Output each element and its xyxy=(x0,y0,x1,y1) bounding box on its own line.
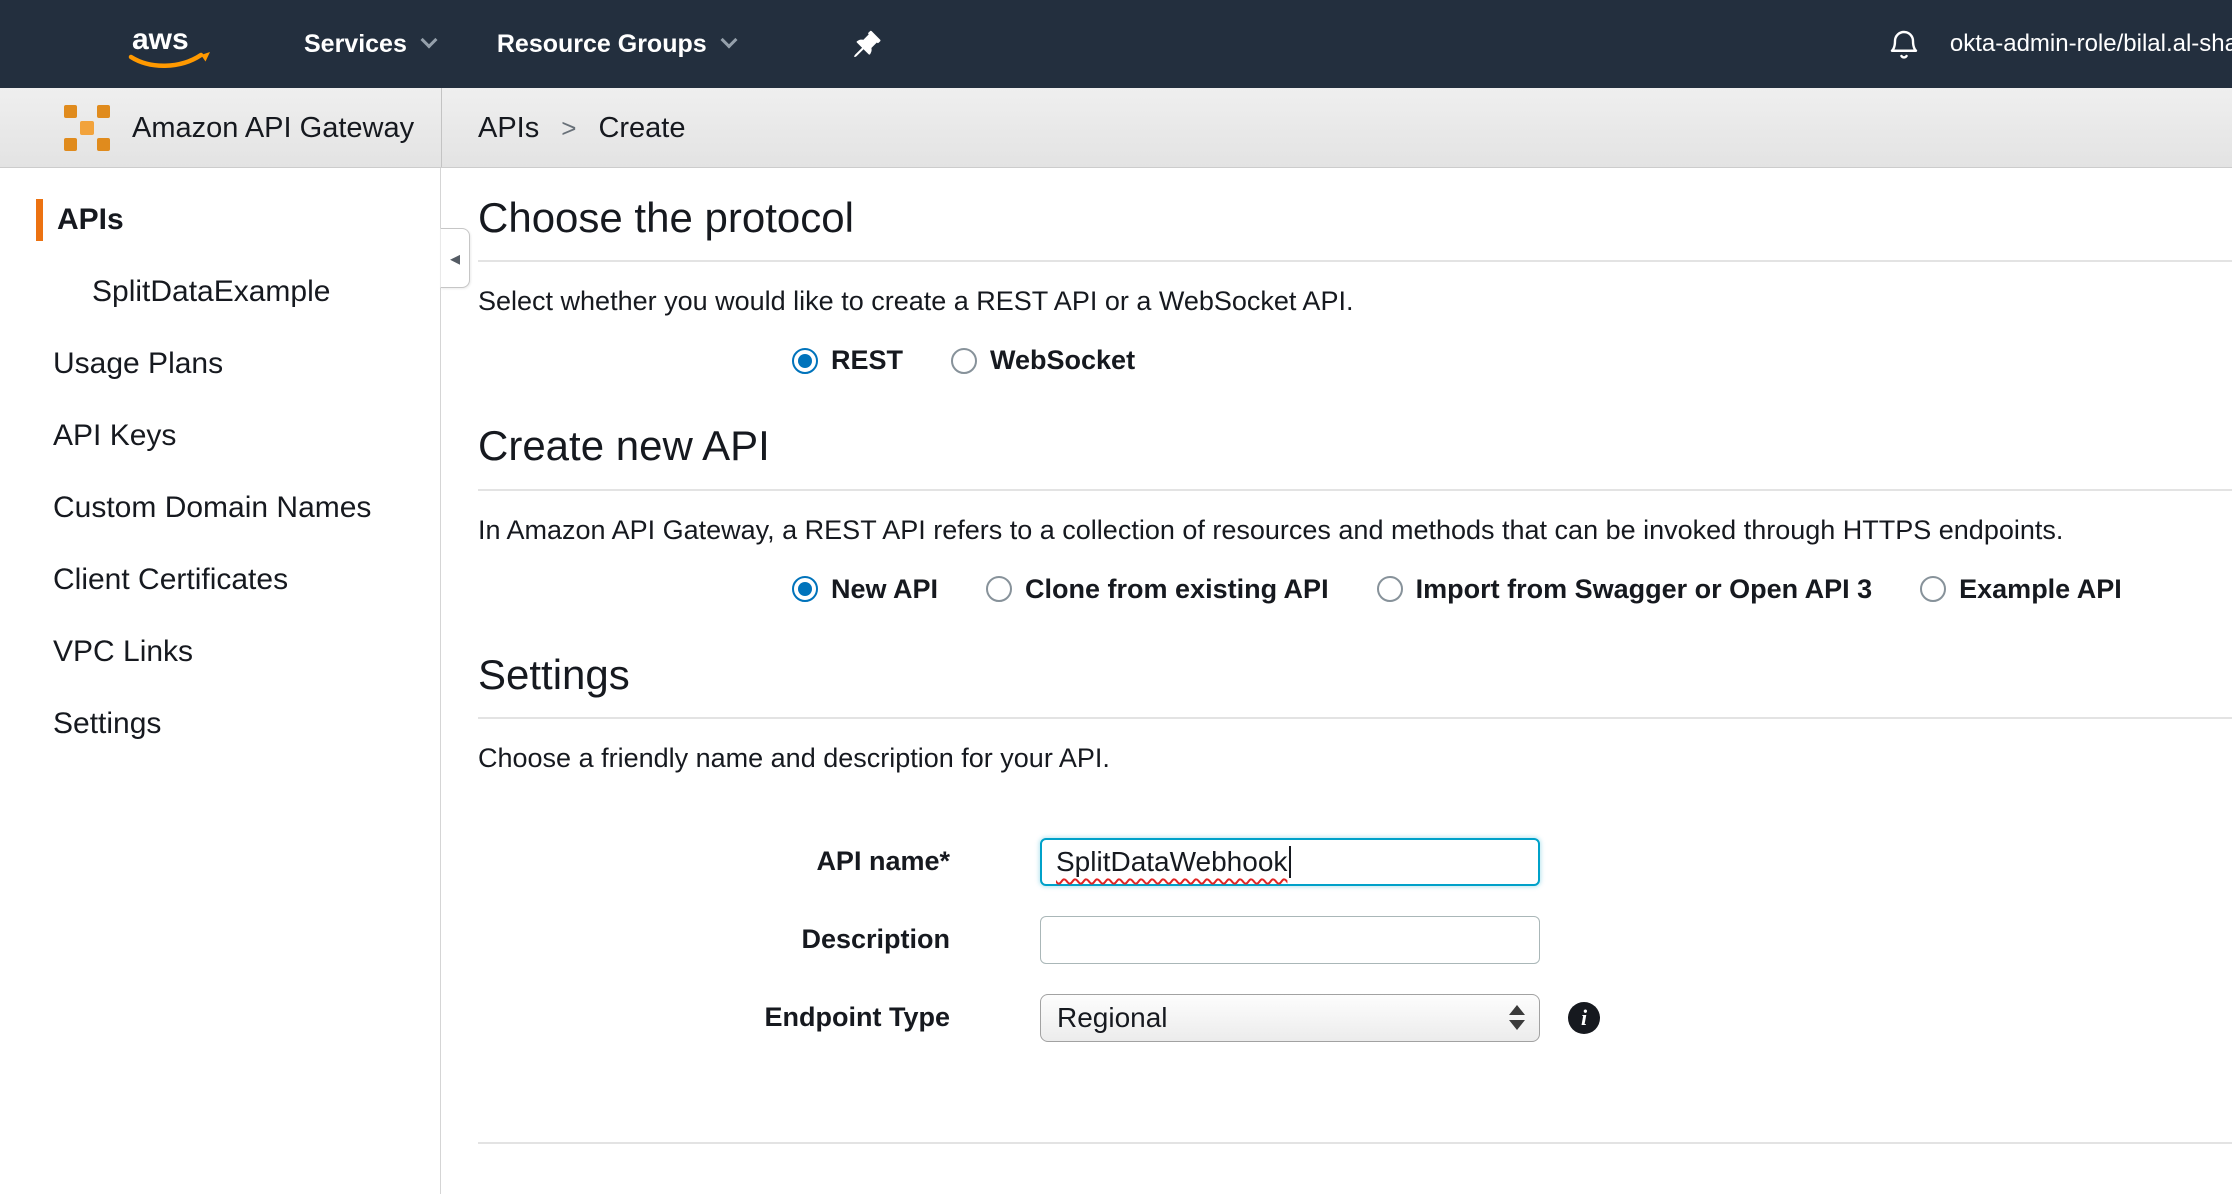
top-navigation-bar: aws Services Resource Groups okta-admin-… xyxy=(0,0,2232,88)
radio-new-api[interactable]: New API xyxy=(792,574,938,605)
settings-form: API name* SplitDataWebhook Description E… xyxy=(478,838,2232,1042)
radio-button-icon xyxy=(986,576,1012,602)
sidebar: APIs SplitDataExample Usage Plans API Ke… xyxy=(0,168,441,1194)
sidebar-item-vpc-links[interactable]: VPC Links xyxy=(0,616,440,688)
settings-description: Choose a friendly name and description f… xyxy=(478,743,2232,774)
sidebar-item-usage-plans[interactable]: Usage Plans xyxy=(0,328,440,400)
protocol-description: Select whether you would like to create … xyxy=(478,286,2232,317)
create-radio-group: New API Clone from existing API Import f… xyxy=(792,574,2232,605)
api-name-input[interactable]: SplitDataWebhook xyxy=(1040,838,1540,886)
radio-example-api[interactable]: Example API xyxy=(1920,574,2122,605)
divider xyxy=(478,260,2232,262)
radio-button-icon xyxy=(792,348,818,374)
divider xyxy=(441,88,442,167)
chevron-down-icon xyxy=(720,32,737,49)
description-input[interactable] xyxy=(1040,916,1540,964)
radio-button-icon xyxy=(792,576,818,602)
radio-button-icon xyxy=(951,348,977,374)
breadcrumb: APIs > Create xyxy=(478,88,685,168)
divider xyxy=(478,489,2232,491)
services-menu[interactable]: Services xyxy=(304,30,435,59)
sidebar-item-settings[interactable]: Settings xyxy=(0,688,440,760)
sidebar-item-custom-domain-names[interactable]: Custom Domain Names xyxy=(0,472,440,544)
pin-shortcut-button[interactable] xyxy=(851,28,883,60)
description-row: Description xyxy=(478,916,2232,964)
notifications-button[interactable] xyxy=(1886,26,1922,62)
select-stepper-icon xyxy=(1500,1000,1534,1036)
endpoint-type-label: Endpoint Type xyxy=(478,1002,950,1033)
resource-groups-menu[interactable]: Resource Groups xyxy=(497,30,735,59)
radio-websocket[interactable]: WebSocket xyxy=(951,345,1135,376)
sidebar-item-splitdataexample[interactable]: SplitDataExample xyxy=(0,256,440,328)
breadcrumb-bar: Amazon API Gateway APIs > Create xyxy=(0,88,2232,168)
chevron-left-icon: ◂ xyxy=(450,246,460,271)
info-icon[interactable]: i xyxy=(1568,1002,1600,1034)
chevron-down-icon xyxy=(420,32,437,49)
api-name-row: API name* SplitDataWebhook xyxy=(478,838,2232,886)
description-label: Description xyxy=(478,924,950,955)
radio-clone-existing-api[interactable]: Clone from existing API xyxy=(986,574,1329,605)
divider xyxy=(478,717,2232,719)
endpoint-type-select[interactable]: Regional xyxy=(1040,994,1540,1042)
service-name: Amazon API Gateway xyxy=(132,112,414,145)
divider xyxy=(478,1142,2232,1144)
settings-section-title: Settings xyxy=(478,651,2232,699)
sidebar-item-client-certificates[interactable]: Client Certificates xyxy=(0,544,440,616)
svg-text:aws: aws xyxy=(132,23,189,56)
radio-import-swagger[interactable]: Import from Swagger or Open API 3 xyxy=(1377,574,1873,605)
radio-button-icon xyxy=(1377,576,1403,602)
aws-logo[interactable]: aws xyxy=(118,16,218,72)
endpoint-type-value: Regional xyxy=(1057,1002,1168,1034)
breadcrumb-separator: > xyxy=(561,113,576,144)
breadcrumb-create: Create xyxy=(598,112,685,145)
sidebar-item-api-keys[interactable]: API Keys xyxy=(0,400,440,472)
api-name-label: API name* xyxy=(478,846,950,877)
text-caret xyxy=(1289,846,1291,878)
breadcrumb-apis[interactable]: APIs xyxy=(478,112,539,145)
create-section-title: Create new API xyxy=(478,422,2232,470)
api-name-value: SplitDataWebhook xyxy=(1056,846,1287,878)
bell-icon xyxy=(1886,26,1922,62)
create-description: In Amazon API Gateway, a REST API refers… xyxy=(478,515,2232,546)
aws-logo-icon: aws xyxy=(118,16,218,72)
pin-icon xyxy=(851,28,883,60)
protocol-radio-group: REST WebSocket xyxy=(792,345,2232,376)
nav-right-group: okta-admin-role/bilal.al-sha xyxy=(1886,0,2232,88)
main-content: Choose the protocol Select whether you w… xyxy=(441,168,2232,1194)
radio-rest[interactable]: REST xyxy=(792,345,903,376)
protocol-section-title: Choose the protocol xyxy=(478,194,2232,242)
api-gateway-icon xyxy=(64,105,110,151)
collapse-sidebar-button[interactable]: ◂ xyxy=(440,228,470,288)
radio-button-icon xyxy=(1920,576,1946,602)
service-home-link[interactable]: Amazon API Gateway xyxy=(64,88,414,168)
endpoint-type-row: Endpoint Type Regional i xyxy=(478,994,2232,1042)
sidebar-item-apis[interactable]: APIs xyxy=(0,184,440,256)
account-menu[interactable]: okta-admin-role/bilal.al-sha xyxy=(1950,30,2232,58)
